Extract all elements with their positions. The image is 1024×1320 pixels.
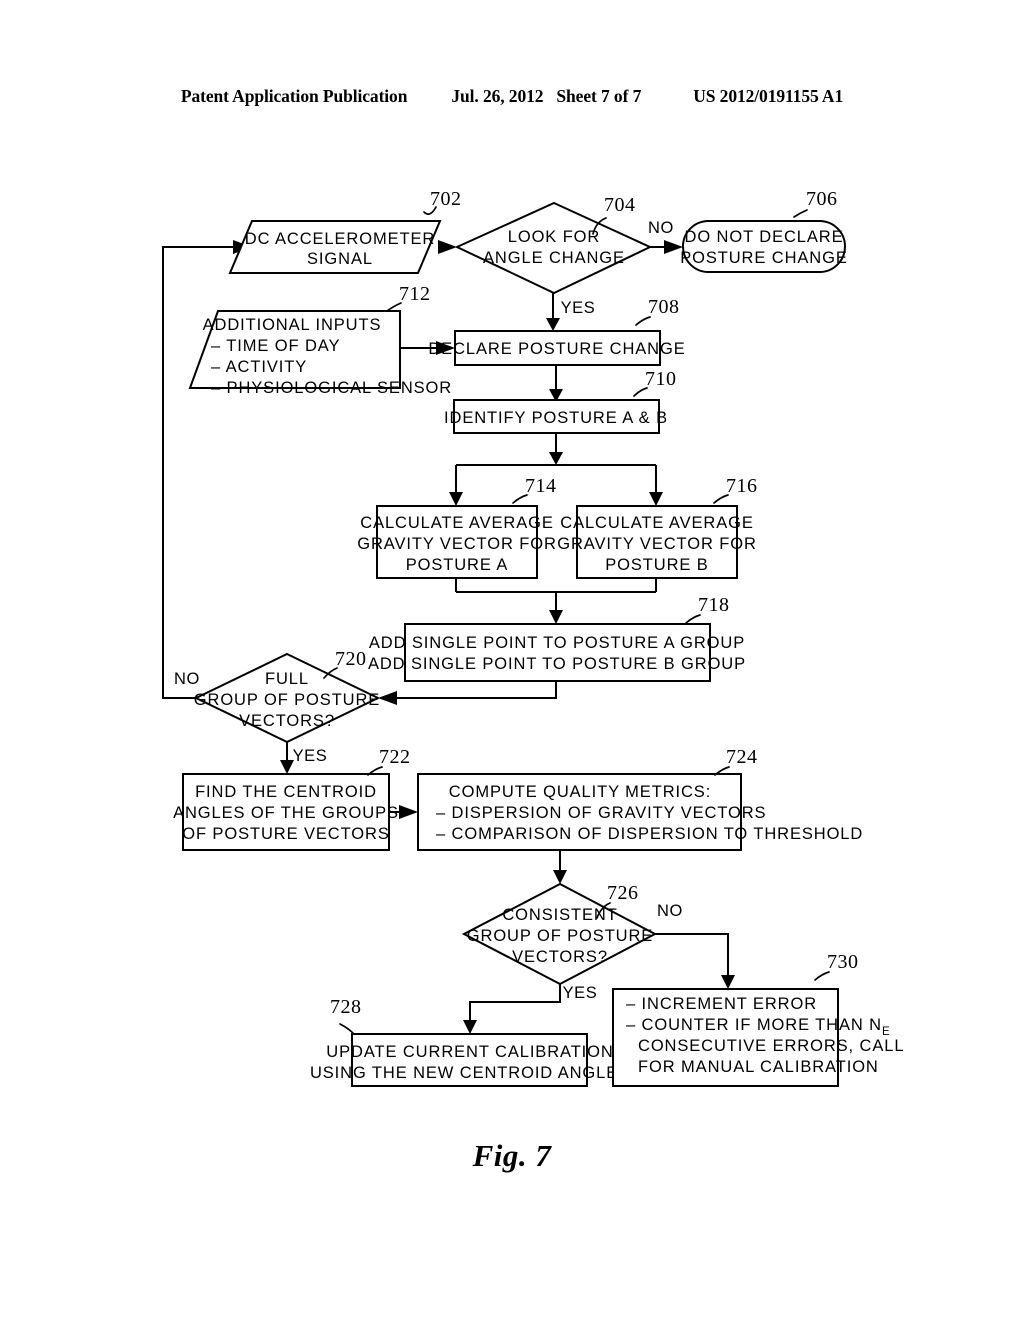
leader-706: [793, 209, 808, 218]
refnum-712: 712: [399, 283, 431, 305]
refnum-710: 710: [645, 368, 677, 390]
label-704-no: NO: [648, 219, 674, 237]
refnum-728: 728: [330, 996, 362, 1018]
label-704-yes: YES: [561, 299, 596, 317]
node-728-line-2: USING THE NEW CENTROID ANGLES: [310, 1064, 630, 1082]
label-720-no: NO: [174, 670, 200, 688]
node-722-line-1: FIND THE CENTROID: [195, 783, 377, 801]
node-716-line-3: POSTURE B: [605, 556, 708, 574]
node-714-line-3: POSTURE A: [406, 556, 509, 574]
node-704-look-for-angle-change[interactable]: [454, 201, 653, 295]
node-716-line-1: CALCULATE AVERAGE: [560, 514, 754, 532]
arrowhead-718-to-720: [378, 691, 397, 705]
node-712-line-2: – ACTIVITY: [211, 358, 307, 376]
label-720-yes: YES: [293, 747, 328, 765]
node-730-line-4: FOR MANUAL CALIBRATION: [638, 1058, 879, 1076]
flowchart-diagram: DC ACCELEROMETER SIGNAL LOOK FOR ANGLE C…: [162, 188, 904, 1087]
node-724-title: COMPUTE QUALITY METRICS:: [449, 783, 711, 801]
node-724-line-1: – DISPERSION OF GRAVITY VECTORS: [436, 804, 766, 822]
arrowhead-726-to-728: [463, 1020, 477, 1034]
arrowhead-722-to-724: [399, 805, 418, 819]
arrowhead-702-to-704: [438, 240, 457, 254]
node-720-line-3: VECTORS?: [239, 712, 335, 730]
refnum-722: 722: [379, 746, 411, 768]
leader-730: [814, 971, 830, 981]
node-714-line-1: CALCULATE AVERAGE: [360, 514, 554, 532]
refnum-720: 720: [335, 648, 367, 670]
node-710-line-1: IDENTIFY POSTURE A & B: [444, 409, 668, 427]
node-722-line-3: OF POSTURE VECTORS: [182, 825, 390, 843]
node-712-line-3: – PHYSIOLOGICAL SENSOR: [211, 379, 452, 397]
arrowhead-704-to-708: [546, 318, 560, 331]
edge-718-to-720: [396, 681, 557, 699]
patent-figure-page: Patent Application Publication Jul. 26, …: [0, 0, 1024, 1320]
refnum-730: 730: [827, 951, 859, 973]
node-704-line-1: LOOK FOR: [508, 228, 600, 246]
figure-caption: Fig. 7: [472, 1138, 552, 1173]
arrowhead-split-to-714: [449, 492, 463, 506]
arrowhead-724-to-726: [553, 870, 567, 884]
node-726-line-2: GROUP OF POSTURE: [467, 927, 653, 945]
node-730-line-1: – INCREMENT ERROR: [626, 995, 817, 1013]
leader-728: [339, 1023, 355, 1035]
node-726-line-3: VECTORS?: [512, 948, 608, 966]
refnum-716: 716: [726, 475, 758, 497]
leader-714: [512, 494, 528, 504]
label-726-no: NO: [657, 902, 683, 920]
node-726-line-1: CONSISTENT: [502, 906, 617, 924]
arrowhead-710-to-split: [549, 452, 563, 465]
arrowhead-merge-to-718: [549, 610, 563, 624]
node-704-line-2: ANGLE CHANGE: [483, 249, 625, 267]
node-706-line-2: POSTURE CHANGE: [680, 249, 848, 267]
node-708-line-1: DECLARE POSTURE CHANGE: [428, 340, 685, 358]
leader-718: [685, 614, 701, 624]
node-702-line-2: SIGNAL: [307, 250, 373, 268]
leader-716: [713, 494, 729, 504]
node-702-line-1: DC ACCELEROMETER: [245, 230, 435, 248]
leader-712: [386, 302, 402, 312]
node-706-line-1: DO NOT DECLARE: [685, 228, 844, 246]
node-714-line-2: GRAVITY VECTOR FOR: [357, 535, 557, 553]
label-726-yes: YES: [563, 984, 598, 1002]
refnum-704: 704: [604, 194, 636, 216]
node-728-line-1: UPDATE CURRENT CALIBRATION: [326, 1043, 613, 1061]
refnum-706: 706: [806, 188, 838, 210]
refnum-726: 726: [607, 882, 639, 904]
node-730-line-3: CONSECUTIVE ERRORS, CALL: [638, 1037, 904, 1055]
leader-710: [633, 387, 648, 397]
refnum-718: 718: [698, 594, 730, 616]
node-720-line-1: FULL: [265, 670, 309, 688]
arrowhead-split-to-716: [649, 492, 663, 506]
node-712-line-1: – TIME OF DAY: [211, 337, 340, 355]
node-722-line-2: ANGLES OF THE GROUPS: [173, 804, 399, 822]
refnum-714: 714: [525, 475, 557, 497]
node-716-line-2: GRAVITY VECTOR FOR: [557, 535, 757, 553]
refnum-724: 724: [726, 746, 758, 768]
node-720-line-2: GROUP OF POSTURE: [194, 691, 380, 709]
node-718-line-2: ADD SINGLE POINT TO POSTURE B GROUP: [368, 655, 746, 673]
refnum-702: 702: [430, 188, 462, 210]
arrowhead-726-to-730: [721, 975, 735, 989]
node-724-line-2: – COMPARISON OF DISPERSION TO THRESHOLD: [436, 825, 863, 843]
edge-726-yes-to-728: [469, 984, 561, 1022]
edge-726-no-to-730: [655, 933, 729, 977]
leader-708: [635, 316, 651, 326]
node-718-line-1: ADD SINGLE POINT TO POSTURE A GROUP: [369, 634, 745, 652]
refnum-708: 708: [648, 296, 680, 318]
node-730-line-2-text: – COUNTER IF MORE THAN N: [626, 1016, 882, 1034]
node-712-title: ADDITIONAL INPUTS: [203, 316, 382, 334]
